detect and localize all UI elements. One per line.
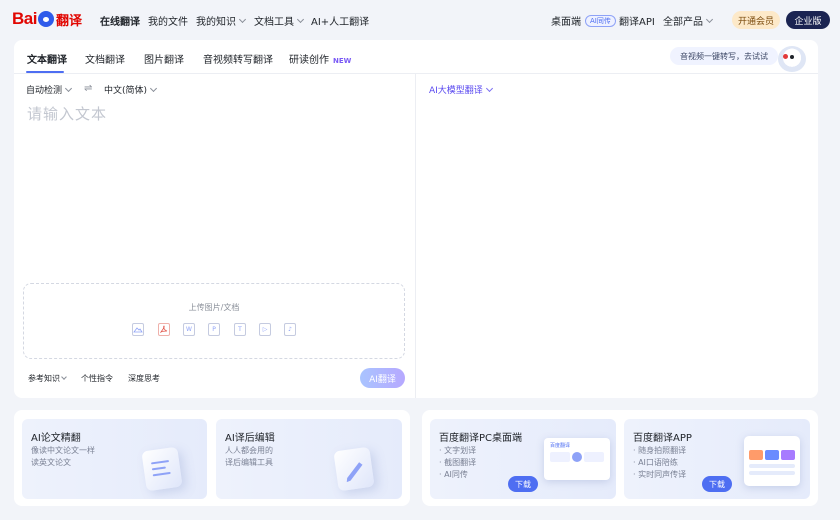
card-desc: 人人都会用的 译后编辑工具 bbox=[225, 446, 273, 467]
upload-label: 上传图片/文档 bbox=[188, 303, 240, 312]
tab-text-translate[interactable]: 文本翻译 bbox=[27, 51, 67, 66]
chevron-down-icon bbox=[705, 15, 714, 23]
txt-file-icon[interactable]: T bbox=[234, 323, 246, 336]
pdf-file-icon[interactable] bbox=[158, 323, 170, 336]
swap-language-icon[interactable]: ⇌ bbox=[84, 83, 92, 94]
logo-text: Bai bbox=[12, 9, 37, 28]
chevron-down-icon bbox=[61, 374, 67, 380]
source-language-select[interactable]: 自动检测 bbox=[26, 83, 73, 96]
nav-online-translate[interactable]: 在线翻译 bbox=[100, 13, 140, 28]
deep-thinking-chip[interactable]: 深度思考 bbox=[124, 370, 164, 386]
target-language-select[interactable]: 中文(简体) bbox=[104, 83, 158, 96]
nav-my-files[interactable]: 我的文件 bbox=[148, 13, 188, 28]
pc-download-card[interactable]: 百度翻译PC桌面端 · 文字划译 · 截图翻译 · AI同传 百度翻译 下载 bbox=[430, 419, 616, 499]
baidu-translate-logo[interactable]: Bai 翻译 bbox=[12, 9, 82, 29]
vip-button[interactable]: 开通会员 bbox=[732, 11, 780, 29]
ai-interpret-badge: AI同传 bbox=[585, 14, 616, 27]
chevron-down-icon bbox=[149, 84, 158, 92]
app-download-card[interactable]: 百度翻译APP · 随身拍照翻译 · AI口语陪练 · 实时同声传译 下载 bbox=[624, 419, 810, 499]
chevron-down-icon bbox=[485, 84, 493, 92]
nav-all-products[interactable]: 全部产品 bbox=[663, 13, 714, 28]
nav-ai-human-translate[interactable]: AI+人工翻译 bbox=[311, 13, 369, 28]
enterprise-button[interactable]: 企业版 bbox=[786, 11, 830, 29]
logo-suffix: 翻译 bbox=[55, 13, 82, 29]
mobile-app-preview bbox=[744, 436, 800, 486]
document-icon bbox=[141, 446, 183, 492]
chevron-down-icon bbox=[238, 15, 247, 23]
nav-desktop[interactable]: 桌面端 AI同传 bbox=[551, 13, 616, 28]
app-download-button[interactable]: 下载 bbox=[702, 476, 732, 492]
tab-image-translate[interactable]: 图片翻译 bbox=[144, 51, 184, 66]
column-divider bbox=[415, 73, 416, 398]
card-title: AI译后编辑 bbox=[225, 433, 275, 444]
feature-list: · 随身拍照翻译 · AI口语陪练 · 实时同声传译 bbox=[633, 446, 687, 479]
paper-translate-card[interactable]: AI论文精翻 像读中文论文一样 读英文论文 bbox=[22, 419, 207, 499]
image-file-icon[interactable] bbox=[132, 323, 144, 336]
video-file-icon[interactable]: ▷ bbox=[259, 323, 271, 336]
card-desc: 像读中文论文一样 读英文论文 bbox=[31, 446, 95, 467]
post-edit-card[interactable]: AI译后编辑 人人都会用的 译后编辑工具 bbox=[216, 419, 402, 499]
upload-dropzone[interactable]: 上传图片/文档 W P T ▷ ♪ bbox=[23, 283, 405, 359]
top-navigation: Bai 翻译 在线翻译 我的文件 我的知识 文档工具 AI+人工翻译 桌面端 A… bbox=[0, 0, 840, 40]
tab-research-create[interactable]: 研读创作 NEW bbox=[289, 51, 351, 66]
chevron-down-icon bbox=[64, 84, 73, 92]
ai-translate-button[interactable]: AI翻译 bbox=[360, 368, 405, 388]
tab-document-translate[interactable]: 文档翻译 bbox=[85, 51, 125, 66]
edit-pen-icon bbox=[333, 446, 375, 492]
card-title: AI论文精翻 bbox=[31, 433, 81, 444]
tab-av-transcribe[interactable]: 音视频转写翻译 bbox=[203, 51, 273, 66]
nav-my-knowledge[interactable]: 我的知识 bbox=[196, 13, 247, 28]
card-title: 百度翻译APP bbox=[633, 433, 692, 444]
mascot-avatar[interactable] bbox=[778, 46, 806, 72]
promo-banner[interactable]: 音视频一键转写，去试试 bbox=[670, 47, 778, 65]
baidu-paw-icon bbox=[37, 11, 54, 27]
card-title: 百度翻译PC桌面端 bbox=[439, 433, 523, 444]
nav-doc-tools[interactable]: 文档工具 bbox=[254, 13, 305, 28]
tab-divider bbox=[14, 73, 818, 74]
feature-list: · 文字划译 · 截图翻译 · AI同传 bbox=[439, 446, 477, 479]
translate-panel: 文本翻译 文档翻译 图片翻译 音视频转写翻译 研读创作 NEW 音视频一键转写，去… bbox=[14, 40, 818, 398]
ai-model-select[interactable]: AI大模型翻译 bbox=[429, 83, 493, 96]
source-text-input[interactable]: 请输入文本 bbox=[27, 103, 107, 124]
nav-translate-api[interactable]: 翻译API bbox=[619, 13, 655, 28]
desktop-app-preview: 百度翻译 bbox=[544, 438, 610, 480]
new-badge: NEW bbox=[333, 57, 352, 65]
reference-knowledge-chip[interactable]: 参考知识 bbox=[24, 370, 70, 386]
pc-download-button[interactable]: 下载 bbox=[508, 476, 538, 492]
ppt-file-icon[interactable]: P bbox=[208, 323, 220, 336]
custom-instruction-chip[interactable]: 个性指令 bbox=[77, 370, 117, 386]
chevron-down-icon bbox=[296, 15, 305, 23]
word-file-icon[interactable]: W bbox=[183, 323, 195, 336]
audio-file-icon[interactable]: ♪ bbox=[284, 323, 296, 336]
